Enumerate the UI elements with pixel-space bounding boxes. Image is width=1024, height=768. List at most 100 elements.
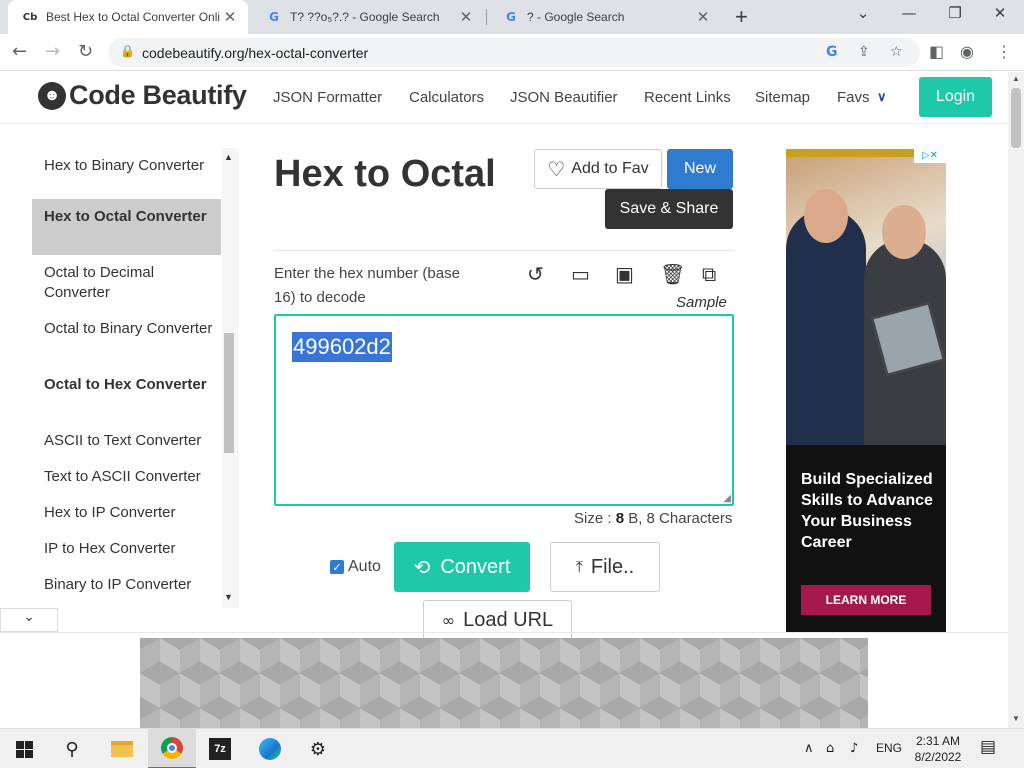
save-share-button[interactable]: Save & Share (605, 189, 733, 229)
advertisement[interactable]: ▷✕ Build Specialized Skills to Advance Y… (786, 149, 946, 633)
url-text[interactable]: codebeautify.org/hex-octal-converter (142, 45, 368, 61)
page-scroll-thumb[interactable] (1011, 88, 1021, 148)
scroll-up-arrow-icon[interactable]: ▲ (1012, 74, 1020, 83)
google-lens-icon[interactable]: G (826, 44, 838, 60)
login-button[interactable]: Login (919, 77, 992, 117)
nav-sitemap[interactable]: Sitemap (755, 89, 810, 106)
new-tab-button[interactable]: + (735, 4, 748, 30)
sidebar-item-ip-to-hex[interactable]: IP to Hex Converter (32, 531, 221, 567)
chevron-down-icon[interactable]: ∨ (877, 89, 887, 105)
new-button[interactable]: New (667, 149, 733, 189)
scroll-down-arrow-icon[interactable]: ▼ (1012, 714, 1020, 723)
volume-icon[interactable]: ♪ (850, 741, 858, 756)
open-folder-icon[interactable]: ▭ (571, 262, 590, 286)
menu-kebab-icon[interactable]: ⋮ (996, 42, 1012, 61)
forward-icon[interactable]: → (45, 41, 60, 62)
google-favicon-icon: G (506, 10, 516, 24)
sidebar-item-ascii-to-text[interactable]: ASCII to Text Converter (32, 423, 221, 459)
nav-json-beautifier[interactable]: JSON Beautifier (510, 89, 618, 106)
hex-input-value[interactable]: 499602d2 (292, 332, 392, 362)
sidebar-item-octal-to-binary[interactable]: Octal to Binary Converter (32, 311, 221, 367)
clock[interactable]: 2:31 AM 8/2/2022 (910, 733, 966, 765)
hex-input-textarea[interactable]: 499602d2 ◢ (274, 314, 734, 506)
restore-icon[interactable]: ❐ (935, 4, 975, 22)
file-explorer-button[interactable] (98, 729, 146, 768)
file-upload-button[interactable]: ⤒ File.. (550, 542, 660, 592)
share-icon[interactable]: ⇪ (858, 44, 870, 60)
delete-icon[interactable]: 🗑 (660, 262, 685, 286)
browser-toolbar: ← → ↻ 🔒 codebeautify.org/hex-octal-conve… (0, 34, 1024, 71)
adchoices-icon[interactable]: ▷✕ (914, 149, 946, 163)
close-tab-icon[interactable]: ✕ (220, 8, 240, 26)
windows-taskbar: ⚲ 7z ⚙ ∧ ⌂ ♪ ENG 2:31 AM 8/2/2022 ▤ (0, 728, 1024, 768)
logo-icon: ☻ (38, 81, 66, 110)
side-panel-icon[interactable]: ◧ (929, 42, 944, 61)
divider (274, 250, 734, 251)
load-url-button[interactable]: ∞ Load URL (423, 600, 572, 640)
sidebar-item-binary-to-ip[interactable]: Binary to IP Converter (32, 567, 221, 603)
sidebar-item-hex-to-binary[interactable]: Hex to Binary Converter (32, 152, 221, 200)
chrome-icon (161, 737, 183, 759)
sample-link[interactable]: Sample (676, 294, 727, 311)
lock-icon[interactable]: 🔒 (120, 44, 135, 58)
auto-convert-toggle[interactable]: ✓ Auto (330, 558, 381, 576)
decorative-pattern (140, 638, 868, 729)
google-favicon-icon: G (269, 10, 279, 24)
auto-label: Auto (348, 558, 381, 575)
nav-calculators[interactable]: Calculators (409, 89, 484, 106)
sidebar-scrollbar[interactable]: ▲ ▼ (222, 148, 236, 608)
close-tab-icon[interactable]: ✕ (456, 8, 476, 26)
ad-learn-more-button[interactable]: LEARN MORE (801, 585, 931, 615)
sidebar-item-hex-to-octal[interactable]: Hex to Octal Converter (32, 199, 221, 255)
reload-icon[interactable]: ↻ (78, 41, 93, 62)
notification-icon[interactable]: ▤ (980, 737, 996, 757)
start-button[interactable] (0, 729, 48, 768)
sidebar-item-octal-to-hex[interactable]: Octal to Hex Converter (32, 367, 221, 423)
nav-favs[interactable]: Favs (837, 89, 870, 106)
nav-json-formatter[interactable]: JSON Formatter (273, 89, 382, 106)
ad-person-right-head (882, 205, 926, 259)
nav-recent-links[interactable]: Recent Links (644, 89, 731, 106)
sidebar-item-hex-to-ip[interactable]: Hex to IP Converter (32, 495, 221, 531)
collapse-sidebar-chevron-icon[interactable]: ⌄ (0, 608, 58, 632)
sidebar-scroll-thumb[interactable] (224, 333, 234, 453)
show-hidden-icons-chevron-icon[interactable]: ∧ (804, 741, 814, 756)
tab-google-search-2[interactable]: G ? - Google Search ✕ (489, 0, 721, 34)
edge-taskbar-button[interactable] (246, 729, 294, 768)
clock-time: 2:31 AM (915, 734, 961, 748)
resize-grip-icon[interactable]: ◢ (723, 493, 731, 504)
chrome-taskbar-button[interactable] (148, 729, 196, 768)
language-indicator[interactable]: ENG (876, 741, 902, 755)
minimize-icon[interactable]: — (889, 4, 929, 22)
sidebar-item-octal-to-decimal[interactable]: Octal to Decimal Converter (32, 255, 221, 311)
copy-icon[interactable]: ⧉ (702, 262, 716, 286)
ad-person-left (786, 209, 866, 445)
convert-button[interactable]: ⟲ Convert (394, 542, 530, 592)
7zip-taskbar-button[interactable]: 7z (196, 729, 244, 768)
sidebar-item-text-to-ascii[interactable]: Text to ASCII Converter (32, 459, 221, 495)
save-icon[interactable]: ▣ (615, 262, 634, 286)
profile-avatar-icon[interactable]: ◉ (960, 42, 974, 61)
auto-checkbox[interactable]: ✓ (330, 560, 344, 574)
tab-google-search-1[interactable]: G T? ??o₅?.? - Google Search ✕ (252, 0, 484, 34)
ad-headline: Build Specialized Skills to Advance Your… (801, 471, 933, 551)
close-tab-icon[interactable]: ✕ (693, 8, 713, 26)
upload-icon: ⤒ (575, 557, 583, 576)
close-window-icon[interactable]: ✕ (980, 4, 1020, 22)
site-logo[interactable]: ☻ Code Beautify (38, 80, 247, 111)
scroll-down-arrow-icon[interactable]: ▼ (224, 592, 233, 602)
bookmark-star-icon[interactable]: ☆ (890, 44, 903, 60)
page-scrollbar[interactable]: ▲ ▼ (1008, 72, 1024, 729)
tab-search-chevron-icon[interactable]: ⌄ (843, 4, 883, 22)
history-icon[interactable]: ↺ (527, 262, 544, 286)
network-icon[interactable]: ⌂ (826, 741, 834, 756)
add-to-fav-button[interactable]: ♡ Add to Fav (534, 149, 662, 189)
settings-taskbar-button[interactable]: ⚙ (294, 729, 342, 768)
tab-hex-to-octal[interactable]: Cb Best Hex to Octal Converter Onli ✕ (8, 0, 248, 34)
scroll-up-arrow-icon[interactable]: ▲ (224, 152, 233, 162)
address-bar[interactable]: 🔒 codebeautify.org/hex-octal-converter G… (108, 38, 920, 67)
codebeautify-favicon-icon: Cb (22, 11, 38, 23)
edge-icon (259, 738, 281, 760)
search-icon[interactable]: ⚲ (48, 729, 96, 768)
back-icon[interactable]: ← (12, 41, 27, 62)
